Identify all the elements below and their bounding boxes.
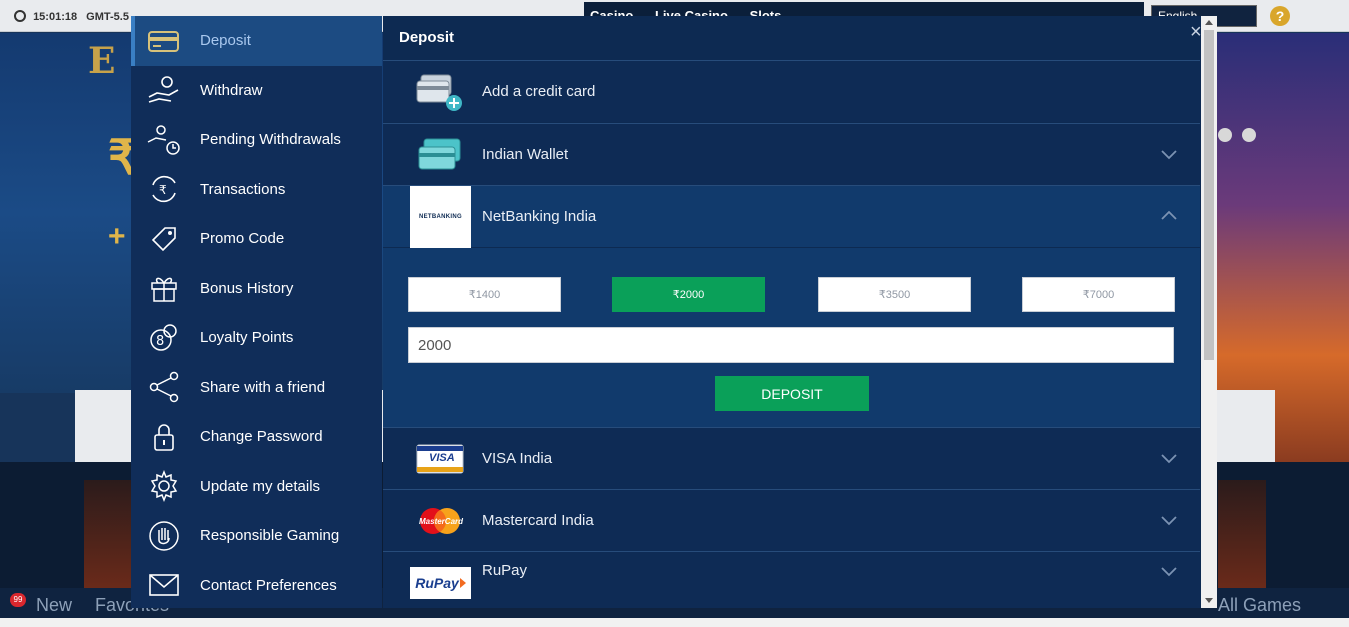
sidebar-item-pending-withdrawals[interactable]: Pending Withdrawals <box>131 115 382 165</box>
svg-text:₹: ₹ <box>159 183 167 197</box>
coins-icon: 8 <box>147 321 181 355</box>
sidebar-item-contact-preferences[interactable]: Contact Preferences <box>131 561 382 609</box>
method-rupay[interactable]: RuPay RuPay <box>383 551 1200 608</box>
card-icon <box>147 24 181 58</box>
amount-input[interactable] <box>408 327 1174 363</box>
amount-option-3500[interactable]: ₹3500 <box>818 277 971 312</box>
chevron-down-icon <box>1161 567 1177 577</box>
method-netbanking-india[interactable]: NETBANKING NetBanking India <box>383 185 1200 248</box>
gift-icon <box>147 271 181 305</box>
netbanking-logo-text: NETBANKING <box>419 214 462 220</box>
rupay-logo-arrow <box>459 578 466 588</box>
tab-new[interactable]: New <box>36 595 72 616</box>
amount-option-2000[interactable]: ₹2000 <box>612 277 765 312</box>
visa-logo: VISA <box>410 437 470 481</box>
mastercard-logo: MasterCard <box>410 499 470 543</box>
netbanking-logo: NETBANKING <box>410 186 471 248</box>
mastercard-logo-text: MasterCard <box>419 517 464 526</box>
new-count-badge: 99 <box>10 593 26 607</box>
method-label: NetBanking India <box>482 208 597 225</box>
game-tile[interactable] <box>1218 480 1266 588</box>
rupee-cycle-icon: ₹ <box>147 172 181 206</box>
sidebar-item-change-password[interactable]: Change Password <box>131 412 382 462</box>
sidebar-item-transactions[interactable]: ₹ Transactions <box>131 165 382 215</box>
account-sidebar: Deposit Withdraw Pending Withdrawals ₹ T… <box>131 16 382 608</box>
visa-logo-text: VISA <box>429 452 455 464</box>
sidebar-item-update-details[interactable]: Update my details <box>131 462 382 512</box>
plus-decoration: + <box>108 220 126 253</box>
help-icon[interactable]: ? <box>1270 6 1290 26</box>
lock-icon <box>147 420 181 454</box>
sidebar-item-label: Withdraw <box>200 81 263 99</box>
sidebar-item-label: Transactions <box>200 180 286 198</box>
method-label: VISA India <box>482 450 553 467</box>
close-icon[interactable]: × <box>1190 22 1202 42</box>
svg-text:8: 8 <box>156 334 164 349</box>
sidebar-item-label: Pending Withdrawals <box>200 131 341 149</box>
clock: 15:01:18 GMT-5.5 <box>14 10 129 23</box>
chevron-down-icon <box>1161 150 1177 160</box>
panel-scrollbar[interactable] <box>1201 16 1217 608</box>
chevron-down-icon <box>1161 454 1177 464</box>
sidebar-item-share[interactable]: Share with a friend <box>131 363 382 413</box>
sidebar-item-promo-code[interactable]: Promo Code <box>131 214 382 264</box>
site-logo: E <box>88 40 116 82</box>
method-indian-wallet[interactable]: Indian Wallet <box>383 123 1200 185</box>
wallet-cards-icon <box>410 133 470 177</box>
sidebar-item-withdraw[interactable]: Withdraw <box>131 66 382 116</box>
sidebar-item-label: Responsible Gaming <box>200 527 340 545</box>
panel-title: Deposit <box>399 29 455 46</box>
sidebar-item-label: Loyalty Points <box>200 329 294 347</box>
sidebar-item-label: Change Password <box>200 428 323 446</box>
share-icon <box>147 370 181 404</box>
clock-time: 15:01:18 <box>33 11 78 23</box>
hand-stop-icon <box>147 519 181 553</box>
carousel-dot[interactable] <box>1218 128 1232 142</box>
game-tile[interactable] <box>84 480 132 588</box>
deposit-button[interactable]: DEPOSIT <box>715 376 869 411</box>
chevron-down-icon <box>1161 516 1177 526</box>
sidebar-item-label: Contact Preferences <box>200 576 337 594</box>
rupay-logo-text: RuPay <box>415 575 459 591</box>
gear-icon <box>147 469 181 503</box>
sidebar-item-label: Deposit <box>200 32 251 50</box>
clock-timezone: GMT-5.5 <box>86 11 129 23</box>
sidebar-item-responsible-gaming[interactable]: Responsible Gaming <box>131 511 382 561</box>
scroll-up-arrow[interactable] <box>1205 20 1213 25</box>
hand-clock-icon <box>147 123 181 157</box>
method-label: Add a credit card <box>482 83 596 100</box>
sidebar-item-label: Update my details <box>200 477 321 495</box>
scroll-thumb[interactable] <box>1204 30 1214 360</box>
method-add-credit-card[interactable]: Add a credit card <box>383 60 1200 122</box>
deposit-panel: Deposit × Add a credit card Indian Walle… <box>383 16 1217 608</box>
carousel-dot[interactable] <box>1242 128 1256 142</box>
envelope-icon <box>147 568 181 602</box>
scroll-down-arrow[interactable] <box>1205 598 1213 603</box>
tab-all-games[interactable]: All Games <box>1218 595 1301 616</box>
method-mastercard-india[interactable]: MasterCard Mastercard India <box>383 489 1200 551</box>
sidebar-item-label: Bonus History <box>200 279 294 297</box>
chevron-up-icon <box>1161 210 1177 220</box>
clock-icon <box>14 10 26 22</box>
sidebar-item-label: Share with a friend <box>200 378 326 396</box>
sidebar-item-bonus-history[interactable]: Bonus History <box>131 264 382 314</box>
rupay-logo: RuPay <box>410 567 471 599</box>
method-label: Indian Wallet <box>482 146 569 163</box>
method-label: RuPay <box>482 562 528 579</box>
sidebar-item-deposit[interactable]: Deposit <box>131 16 382 66</box>
add-card-icon <box>410 70 470 114</box>
method-label: Mastercard India <box>482 512 594 529</box>
tag-icon <box>147 222 181 256</box>
method-visa-india[interactable]: VISA VISA India <box>383 427 1200 489</box>
hand-coins-icon <box>147 73 181 107</box>
amount-option-7000[interactable]: ₹7000 <box>1022 277 1175 312</box>
sidebar-item-label: Promo Code <box>200 230 285 248</box>
amount-option-1400[interactable]: ₹1400 <box>408 277 561 312</box>
netbanking-deposit-form: ₹1400 ₹2000 ₹3500 ₹7000 DEPOSIT <box>383 248 1200 427</box>
sidebar-item-loyalty-points[interactable]: 8 Loyalty Points <box>131 313 382 363</box>
page-bottom-edge <box>0 618 1349 627</box>
